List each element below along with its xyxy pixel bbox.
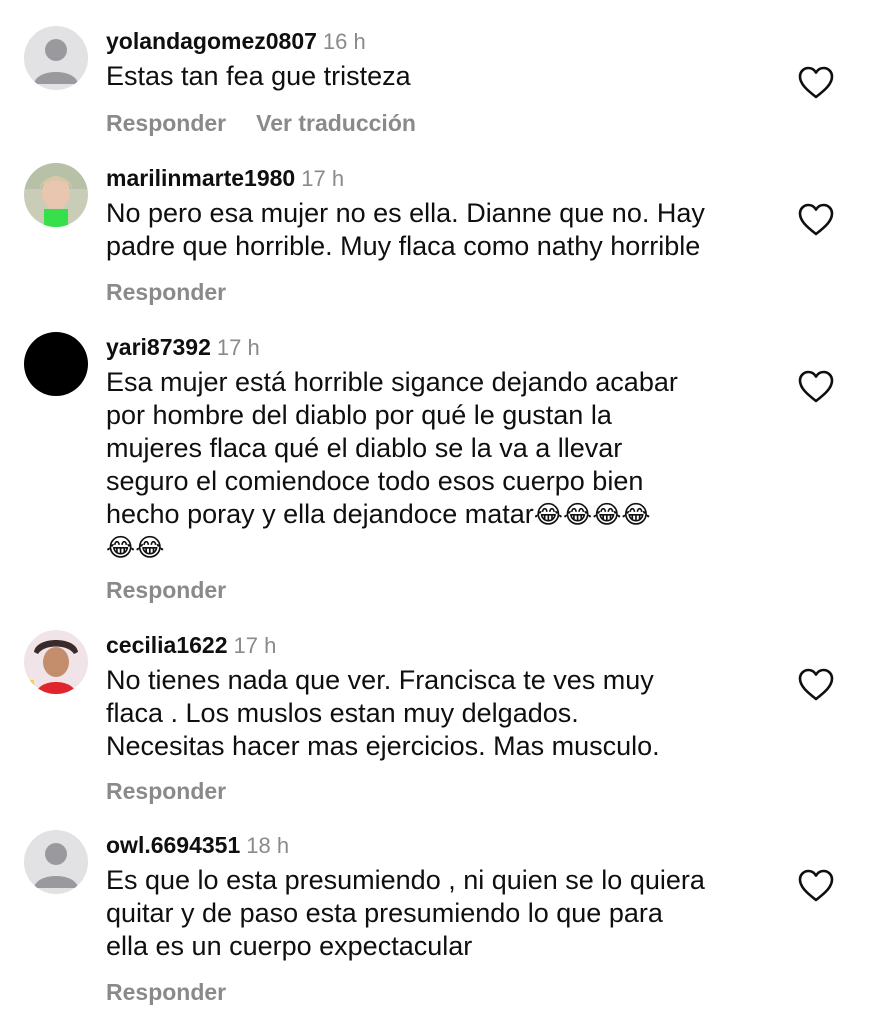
timestamp: 17 h [233, 633, 277, 658]
laughing-emoji-group: 😂😂 [106, 534, 165, 562]
comment-line-text: hecho poray y ella dejandoce matar [106, 499, 534, 529]
like-button[interactable] [798, 66, 834, 100]
comment-header: yari87392 17 h [106, 332, 260, 362]
reply-button[interactable]: Responder [106, 577, 226, 603]
reply-button[interactable]: Responder [106, 279, 226, 305]
timestamp: 18 h [246, 833, 290, 858]
comment-line: Estas tan fea gue tristeza [106, 61, 411, 91]
reply-button[interactable]: Responder [106, 778, 226, 804]
avatar[interactable] [24, 332, 88, 396]
timestamp: 17 h [216, 335, 260, 360]
timestamp: 16 h [322, 29, 366, 54]
comment-text: No pero esa mujer no es ella. Dianne que… [106, 197, 786, 263]
profile-photo-icon [24, 163, 88, 227]
comment-line: por hombre del diablo por qué le gustan … [106, 400, 612, 430]
heart-outline-icon [798, 668, 834, 701]
reply-button[interactable]: Responder [106, 110, 226, 136]
reply-button[interactable]: Responder [106, 979, 226, 1005]
black-avatar-icon [24, 332, 88, 396]
like-button[interactable] [798, 668, 834, 702]
comment-actions: Responder [106, 776, 256, 806]
like-button[interactable] [798, 869, 834, 903]
comment-line: flaca . Los muslos estan muy delgados. [106, 698, 579, 728]
heart-outline-icon [798, 203, 834, 236]
comment-text: Esa mujer está horrible sigance dejando … [106, 366, 786, 564]
comment-header: owl.6694351 18 h [106, 830, 289, 860]
username[interactable]: yari87392 [106, 334, 211, 360]
comment-line: No pero esa mujer no es ella. Dianne que… [106, 198, 705, 228]
translate-button[interactable]: Ver traducción [256, 110, 416, 136]
avatar[interactable] [24, 163, 88, 227]
comment-line: No tienes nada que ver. Francisca te ves… [106, 665, 654, 695]
avatar[interactable] [24, 26, 88, 90]
comment-text: Es que lo esta presumiendo , ni quien se… [106, 864, 786, 963]
comment-line: padre que horrible. Muy flaca como nathy… [106, 231, 701, 261]
comment-header: yolandagomez0807 16 h [106, 26, 366, 56]
comment-text: Estas tan fea gue tristeza [106, 60, 786, 93]
username[interactable]: marilinmarte1980 [106, 165, 295, 191]
like-button[interactable] [798, 370, 834, 404]
comment-line: 😂😂 [106, 531, 786, 564]
username[interactable]: cecilia1622 [106, 632, 228, 658]
comment-line: quitar y de paso esta presumiendo lo que… [106, 898, 663, 928]
default-avatar-icon [24, 830, 88, 894]
username[interactable]: yolandagomez0807 [106, 28, 317, 54]
comment-actions: Responder [106, 977, 256, 1007]
heart-outline-icon [798, 869, 834, 902]
comment-actions: Responder Ver traducción [106, 108, 446, 138]
heart-outline-icon [798, 66, 834, 99]
comment-line: seguro el comiendoce todo esos cuerpo bi… [106, 466, 644, 496]
comment-line: Es que lo esta presumiendo , ni quien se… [106, 865, 705, 895]
comment-line: ella es un cuerpo expectacular [106, 931, 473, 961]
comment-header: marilinmarte1980 17 h [106, 163, 344, 193]
timestamp: 17 h [301, 166, 345, 191]
avatar[interactable] [24, 830, 88, 894]
heart-outline-icon [798, 370, 834, 403]
default-avatar-icon [24, 26, 88, 90]
comment-header: cecilia1622 17 h [106, 630, 276, 660]
avatar[interactable] [24, 630, 88, 694]
comment-line: mujeres flaca qué el diablo se la va a l… [106, 433, 623, 463]
like-button[interactable] [798, 203, 834, 237]
comment-actions: Responder [106, 575, 256, 605]
laughing-emoji-group: 😂😂😂😂 [533, 501, 651, 529]
comment-line: hecho poray y ella dejandoce matar😂😂😂😂 [106, 498, 786, 531]
comment-actions: Responder [106, 277, 256, 307]
profile-photo-icon [24, 630, 88, 694]
comment-line: Necesitas hacer mas ejercicios. Mas musc… [106, 731, 660, 761]
comment-text: No tienes nada que ver. Francisca te ves… [106, 664, 786, 763]
comment-line: Esa mujer está horrible sigance dejando … [106, 367, 678, 397]
username[interactable]: owl.6694351 [106, 832, 240, 858]
